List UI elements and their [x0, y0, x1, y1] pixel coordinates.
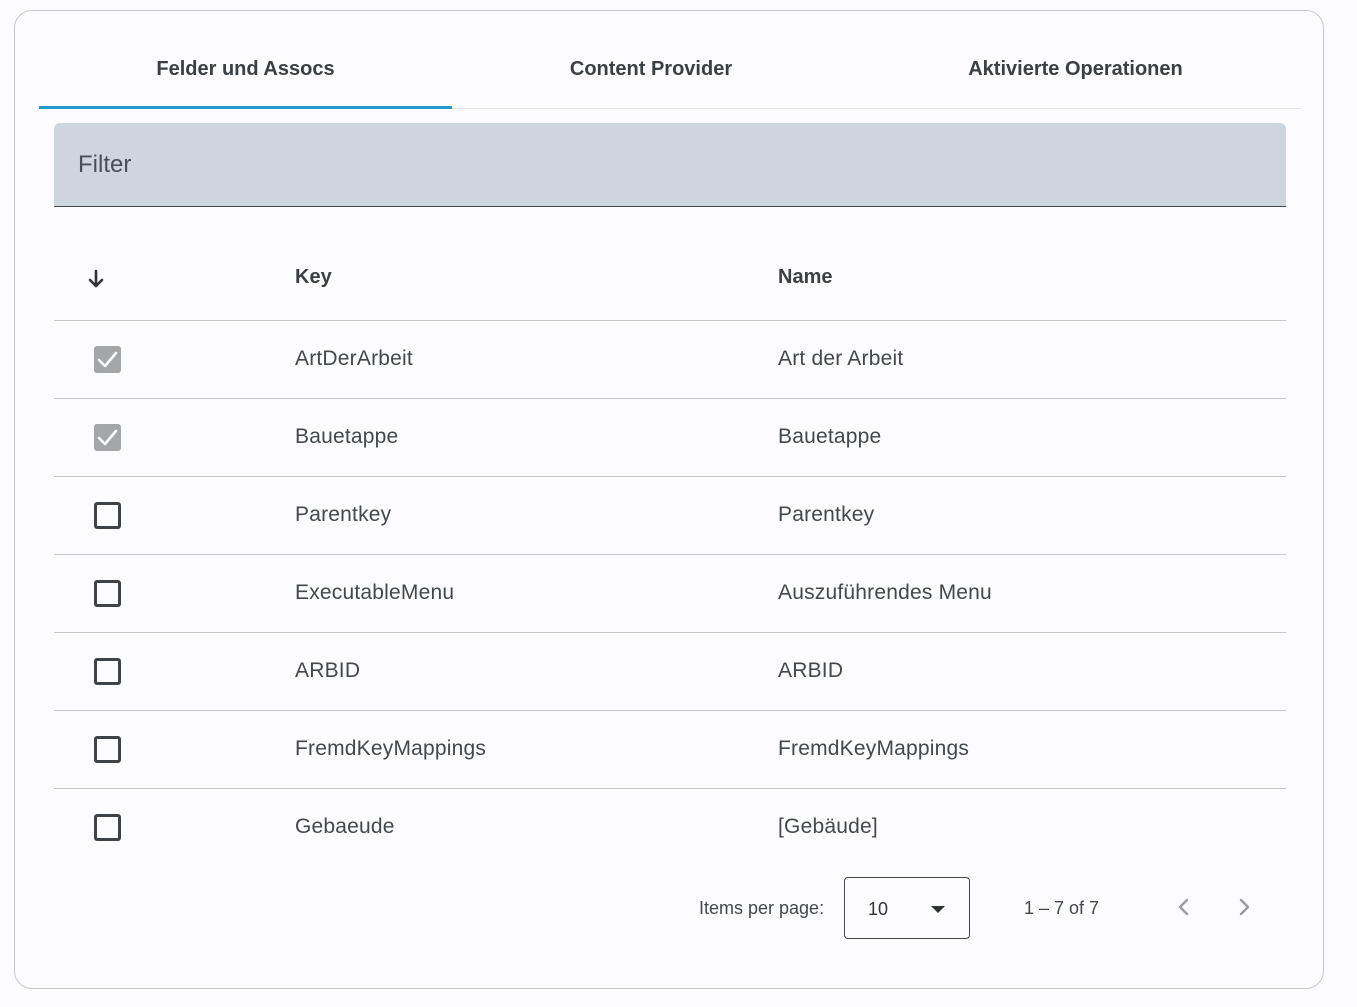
items-per-page-value: 10 — [868, 899, 889, 919]
table-body: ArtDerArbeit Art der Arbeit Bauetappe Bauet… — [54, 321, 1286, 866]
tab-felder-und-assocs[interactable]: Felder und Assocs — [39, 32, 452, 109]
cell-name: [Gebäude] — [778, 815, 878, 838]
filter-field — [54, 123, 1286, 207]
tab-label: Felder und Assocs — [156, 58, 335, 80]
table-row[interactable]: FremdKeyMappings FremdKeyMappings — [54, 711, 1286, 789]
paginator: Items per page: 10 1 – 7 of 7 — [0, 876, 1357, 940]
table-row[interactable]: ArtDerArbeit Art der Arbeit — [54, 321, 1286, 399]
column-header-name[interactable]: Name — [778, 266, 832, 289]
tab-bar: Felder und Assocs Content Provider Aktiv… — [39, 32, 1301, 109]
checkbox[interactable] — [94, 658, 121, 685]
filter-input[interactable] — [54, 123, 1286, 206]
table-row[interactable]: Bauetappe Bauetappe — [54, 399, 1286, 477]
table-header: Key Name — [54, 238, 1286, 321]
items-per-page-select[interactable]: 10 — [844, 877, 970, 939]
checkbox[interactable] — [94, 814, 121, 841]
chevron-right-icon[interactable] — [1230, 893, 1258, 921]
checkbox[interactable] — [94, 736, 121, 763]
range-label: 1 – 7 of 7 — [1024, 898, 1100, 918]
check-icon — [97, 351, 118, 368]
table-row[interactable]: Gebaeude [Gebäude] — [54, 789, 1286, 866]
arrow-down-icon[interactable] — [86, 268, 106, 290]
cell-key: ArtDerArbeit — [295, 347, 413, 370]
tab-aktivierte-operationen[interactable]: Aktivierte Operationen — [850, 32, 1301, 107]
cell-key: ExecutableMenu — [295, 581, 455, 604]
column-header-key[interactable]: Key — [295, 266, 332, 289]
cell-name: ARBID — [778, 659, 844, 682]
tab-label: Aktivierte Operationen — [968, 58, 1183, 80]
items-per-page-label: Items per page: — [699, 898, 825, 918]
table-row[interactable]: ExecutableMenu Auszuführendes Menu — [54, 555, 1286, 633]
table-row[interactable]: ARBID ARBID — [54, 633, 1286, 711]
checkbox-checked[interactable] — [94, 424, 121, 451]
checkbox-checked[interactable] — [94, 346, 121, 373]
tab-content-provider[interactable]: Content Provider — [452, 32, 850, 107]
cell-name: Bauetappe — [778, 425, 882, 448]
dropdown-arrow-icon — [931, 906, 945, 913]
fields-table: Key Name ArtDerArbeit Art der Arbeit Bauet… — [54, 238, 1286, 866]
cell-name: Parentkey — [778, 503, 875, 526]
checkbox[interactable] — [94, 580, 121, 607]
cell-key: Gebaeude — [295, 815, 395, 838]
cell-key: FremdKeyMappings — [295, 737, 487, 760]
cell-key: ARBID — [295, 659, 361, 682]
tab-label: Content Provider — [569, 58, 733, 80]
cell-name: Art der Arbeit — [778, 347, 904, 370]
cell-name: FremdKeyMappings — [778, 737, 970, 760]
checkbox[interactable] — [94, 502, 121, 529]
chevron-left-icon[interactable] — [1170, 893, 1198, 921]
cell-key: Parentkey — [295, 503, 392, 526]
table-row[interactable]: Parentkey Parentkey — [54, 477, 1286, 555]
cell-key: Bauetappe — [295, 425, 399, 448]
check-icon — [97, 429, 118, 446]
cell-name: Auszuführendes Menu — [778, 581, 992, 604]
